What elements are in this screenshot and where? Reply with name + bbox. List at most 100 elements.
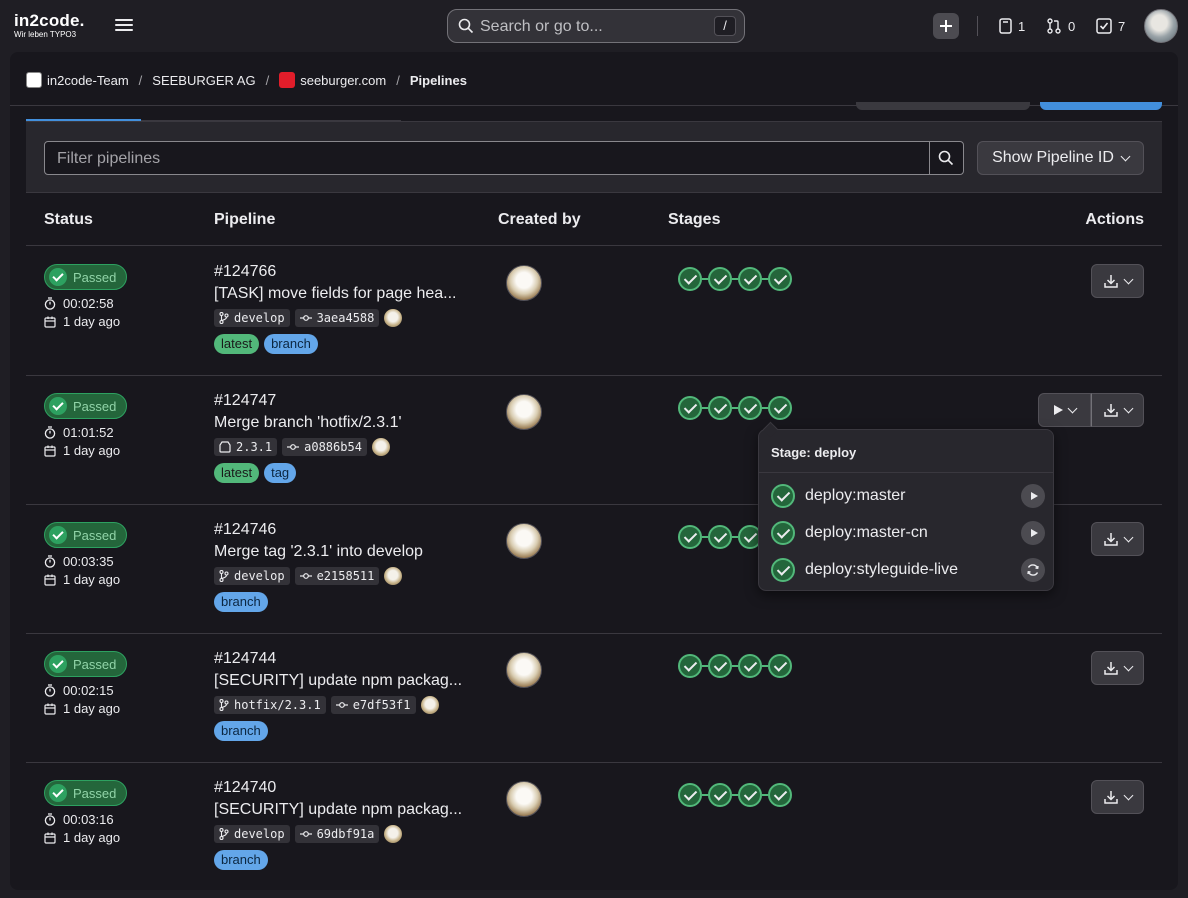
status-badge[interactable]: Passed (44, 393, 128, 419)
stage-passed-icon[interactable] (678, 525, 702, 549)
run-manual-job-button[interactable] (1038, 393, 1091, 427)
retry-icon (1027, 564, 1039, 576)
commit-sha-link[interactable]: 69dbf91a (294, 825, 380, 843)
in2code-logo[interactable]: in2code. Wir leben TYPO3 (14, 11, 100, 41)
job-deploy-styleguide-live[interactable]: deploy:styleguide-live (771, 556, 1045, 584)
commit-sha-link[interactable]: 3aea4588 (294, 309, 380, 327)
status-badge[interactable]: Passed (44, 780, 128, 806)
creator-avatar[interactable] (506, 781, 542, 817)
status-badge[interactable]: Passed (44, 522, 128, 548)
creator-avatar[interactable] (506, 265, 542, 301)
calendar-icon (44, 316, 56, 328)
stage-passed-icon[interactable] (738, 783, 762, 807)
finished-text: 1 day ago (63, 443, 121, 458)
stage-passed-icon[interactable] (768, 396, 792, 420)
scrolled-primary-button[interactable] (1040, 102, 1162, 110)
show-pipeline-id-dropdown[interactable]: Show Pipeline ID (977, 141, 1144, 175)
menu-icon[interactable] (114, 16, 134, 36)
pipeline-tag-tag: tag (264, 463, 297, 483)
merge-requests-counter[interactable]: 0 (1046, 17, 1075, 35)
ref-link[interactable]: 2.3.1 (214, 438, 278, 456)
pipeline-tag-latest: latest (214, 463, 260, 483)
stage-passed-icon[interactable] (768, 267, 792, 291)
pipeline-commit-title[interactable]: [TASK] move fields for page hea... (214, 285, 457, 303)
status-badge[interactable]: Passed (44, 651, 128, 677)
stage-passed-icon[interactable] (678, 783, 702, 807)
download-artifacts-button[interactable] (1091, 522, 1144, 556)
todo-icon (1096, 18, 1112, 34)
column-header-status: Status (44, 211, 93, 228)
create-new-button[interactable] (933, 13, 959, 39)
breadcrumb-item-subgroup[interactable]: SEEBURGER AG (152, 73, 255, 88)
creator-avatar[interactable] (506, 523, 542, 559)
pipeline-id-link[interactable]: #124746 (214, 521, 276, 539)
pipeline-id-link[interactable]: #124747 (214, 392, 276, 410)
stage-passed-icon[interactable] (738, 396, 762, 420)
stage-passed-icon[interactable] (678, 267, 702, 291)
play-job-button[interactable] (1021, 521, 1045, 545)
commit-author-avatar[interactable] (371, 438, 390, 456)
filter-search-button[interactable] (929, 141, 964, 175)
stage-popover: Stage: deploy deploy:master deploy:maste… (758, 429, 1054, 591)
download-artifacts-button[interactable] (1091, 264, 1144, 298)
creator-avatar[interactable] (506, 394, 542, 430)
pipeline-commit-title[interactable]: [SECURITY] update npm packag... (214, 672, 462, 690)
pipeline-id-link[interactable]: #124740 (214, 779, 276, 797)
stage-passed-icon[interactable] (678, 654, 702, 678)
commit-sha-link[interactable]: e2158511 (294, 567, 380, 585)
commit-author-avatar[interactable] (384, 309, 403, 327)
ref-link[interactable]: hotfix/2.3.1 (214, 696, 326, 714)
stage-passed-icon[interactable] (768, 783, 792, 807)
stage-passed-icon[interactable] (678, 396, 702, 420)
pipeline-id-link[interactable]: #124744 (214, 650, 276, 668)
pipeline-tag-branch: branch (264, 334, 318, 354)
download-artifacts-button[interactable] (1091, 651, 1144, 685)
commit-sha-link[interactable]: a0886b54 (282, 438, 367, 456)
pipeline-refs: develop 69dbf91a (214, 824, 403, 844)
commit-author-avatar[interactable] (420, 696, 439, 714)
ref-link[interactable]: develop (214, 309, 290, 327)
stage-passed-icon[interactable] (708, 267, 732, 291)
commit-author-avatar[interactable] (384, 567, 403, 585)
breadcrumb-item-group[interactable]: in2code-Team (26, 72, 129, 88)
job-name: deploy:master-cn (805, 524, 928, 541)
user-avatar[interactable] (1144, 9, 1178, 43)
stage-passed-icon[interactable] (708, 525, 732, 549)
pipeline-id-link[interactable]: #124766 (214, 263, 276, 281)
pipeline-tags: branch (214, 721, 268, 741)
timer-icon (44, 813, 56, 826)
chevron-down-icon (1123, 274, 1134, 284)
stage-passed-icon[interactable] (738, 267, 762, 291)
stage-passed-icon[interactable] (768, 654, 792, 678)
stage-passed-icon[interactable] (708, 783, 732, 807)
todos-counter[interactable]: 7 (1096, 17, 1125, 35)
commit-sha-link[interactable]: e7df53f1 (330, 696, 416, 714)
commit-author-avatar[interactable] (384, 825, 403, 843)
status-badge[interactable]: Passed (44, 264, 128, 290)
stage-passed-icon[interactable] (708, 654, 732, 678)
filter-pipelines-input[interactable]: Filter pipelines (44, 141, 930, 175)
pipeline-finished: 1 day ago (44, 701, 120, 716)
pipeline-commit-title[interactable]: [SECURITY] update npm packag... (214, 801, 462, 819)
download-artifacts-button[interactable] (1091, 780, 1144, 814)
search-input[interactable]: Search or go to... / (447, 9, 745, 43)
success-status-icon (771, 484, 795, 508)
play-job-button[interactable] (1021, 484, 1045, 508)
breadcrumb-item-project[interactable]: seeburger.com (279, 72, 386, 88)
pipeline-commit-title[interactable]: Merge tag '2.3.1' into develop (214, 543, 423, 561)
stage-passed-icon[interactable] (738, 654, 762, 678)
issues-counter[interactable]: 1 (999, 17, 1025, 35)
job-deploy-master-cn[interactable]: deploy:master-cn (771, 519, 1045, 547)
breadcrumb-item-current: Pipelines (410, 73, 467, 88)
ref-link[interactable]: develop (214, 825, 290, 843)
download-artifacts-button[interactable] (1091, 393, 1144, 427)
creator-avatar[interactable] (506, 652, 542, 688)
scrolled-button[interactable] (856, 102, 1030, 110)
pipeline-commit-title[interactable]: Merge branch 'hotfix/2.3.1' (214, 414, 402, 432)
stage-passed-icon[interactable] (708, 396, 732, 420)
status-label: Passed (73, 656, 117, 672)
ref-link[interactable]: develop (214, 567, 290, 585)
retry-job-button[interactable] (1021, 558, 1045, 582)
table-row: Passed 00:03:16 1 day ago #124740 [SECURITY]… (26, 763, 1162, 890)
job-deploy-master[interactable]: deploy:master (771, 482, 1045, 510)
